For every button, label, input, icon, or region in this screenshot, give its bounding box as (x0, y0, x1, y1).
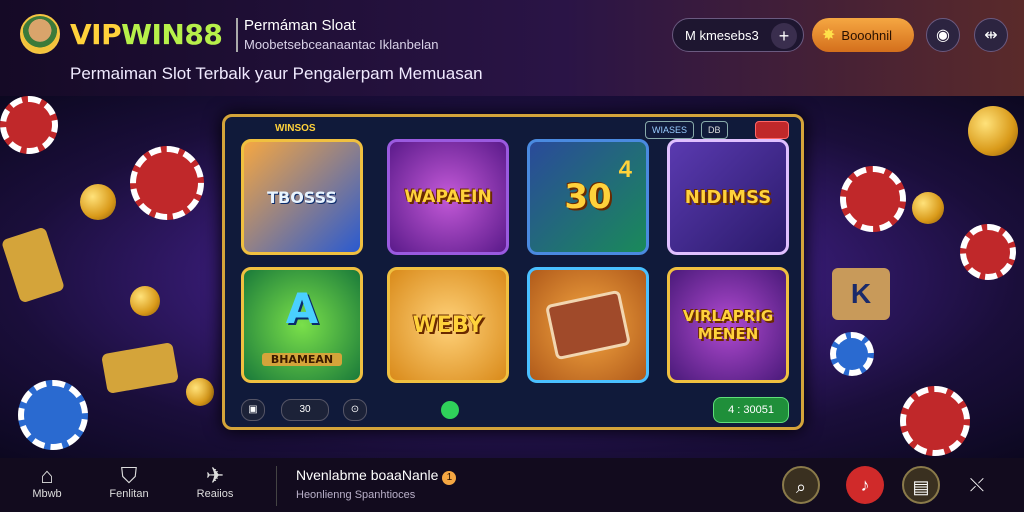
gold-coin-icon (912, 192, 944, 224)
brand-wordmark: VIPWIN88 (70, 17, 223, 51)
bonus-button[interactable]: ✸ Booohnil (812, 18, 914, 52)
win-balance-pill[interactable]: 4 : 30051 (713, 397, 789, 423)
game-tile[interactable]: VIRLAPRIG MENEN (667, 267, 789, 383)
gold-coin-icon (968, 106, 1018, 156)
home-icon: ⌂ (40, 463, 54, 488)
game-tile[interactable]: WEBY (387, 267, 509, 383)
footer-subtitle: Heonlienng Spanhtioces (296, 489, 416, 501)
nav-item-fenlitan[interactable]: ⛉ Fenlitan (94, 463, 164, 501)
nav-item-home[interactable]: ⌂ Mbwb (12, 463, 82, 501)
star-icon: ✸ (822, 27, 836, 44)
wallet-label: M kmesebs3 (685, 27, 759, 43)
game-tile-title: NIDIMSS (684, 186, 772, 208)
game-tile-letter: A (285, 284, 319, 333)
menu-icon[interactable]: ⇹ (974, 18, 1008, 52)
brand-part-2: WIN88 (121, 17, 223, 51)
game-tile-badge: 4 (618, 156, 632, 183)
game-tile[interactable]: TBOSSS (241, 139, 363, 255)
footer-title-text: Nvenlabme boaaNanle (296, 467, 439, 483)
game-tile[interactable]: NIDIMSS (667, 139, 789, 255)
casino-chip-icon (830, 332, 874, 376)
hero-banner: K WINSOS WIASES DB TBOSSS WAPAEIN 30 4 N… (0, 96, 1024, 458)
casino-chip-icon (960, 224, 1016, 280)
nav-label: Fenlitan (109, 488, 149, 500)
casino-chip-icon (840, 166, 906, 232)
bonus-label: Booohnil (841, 27, 893, 43)
game-tile-title: WAPAEIN (404, 187, 492, 207)
footer-title: Nvenlabme boaaNanle 1 (296, 467, 457, 485)
bet-value-display[interactable]: 30 (281, 399, 329, 421)
wallet-icon (545, 289, 631, 361)
gold-coin-icon (130, 286, 160, 316)
footer-divider (276, 466, 277, 506)
gold-coin-icon (186, 378, 214, 406)
bag-icon: ⛉ (120, 463, 138, 488)
gold-bar-icon (0, 226, 66, 304)
game-tile-title: BHAMEAN (262, 353, 342, 366)
header-title: Permáman Sloat (244, 17, 356, 34)
footer-title-badge: 1 (442, 471, 457, 485)
save-icon[interactable]: ▣ (241, 399, 265, 421)
nav-label: Mbwb (32, 488, 62, 500)
nav-item-reaiios[interactable]: ✈ Reaiios (180, 463, 250, 501)
panel-tab-1[interactable]: WIASES (645, 121, 695, 139)
bottom-nav: ⌂ Mbwb ⛉ Fenlitan ✈ Reaiios Nvenlabme bo… (0, 458, 1024, 512)
gold-coin-icon (80, 184, 116, 220)
casino-chip-icon (900, 386, 970, 456)
letter-k-icon: K (832, 268, 890, 320)
casino-chip-icon (18, 380, 88, 450)
game-tile[interactable] (527, 267, 649, 383)
plus-icon[interactable]: + (771, 23, 797, 49)
panel-tab-2[interactable]: DB (701, 121, 728, 139)
send-icon: ✈ (205, 463, 225, 488)
spin-indicator-icon[interactable] (441, 401, 459, 419)
header-bar: VIPWIN88 Permáman Sloat Moobetsebceanaan… (0, 0, 1024, 96)
wallet-balance-pill[interactable]: M kmesebs3 + (672, 18, 804, 52)
settings-icon[interactable]: ⊙ (343, 399, 367, 421)
casino-chip-icon (0, 96, 58, 154)
brand-part-1: VIP (70, 17, 122, 51)
gold-bar-icon (101, 342, 179, 394)
game-tile-title: WEBY (412, 312, 484, 338)
header-divider (236, 18, 238, 52)
game-tile-title: VIRLAPRIG MENEN (682, 307, 774, 343)
nav-label: Reaiios (196, 488, 234, 500)
panel-tab-3[interactable] (755, 121, 789, 139)
game-tile[interactable]: WAPAEIN (387, 139, 509, 255)
game-tile[interactable]: A BHAMEAN (241, 267, 363, 383)
slot-games-panel: WINSOS WIASES DB TBOSSS WAPAEIN 30 4 NID… (222, 114, 804, 430)
notification-icon[interactable]: ♪ (846, 466, 884, 504)
share-icon[interactable]: ⤬ (958, 466, 996, 504)
chat-icon[interactable]: ▤ (902, 466, 940, 504)
user-icon[interactable]: ◉ (926, 18, 960, 52)
casino-chip-icon (130, 146, 204, 220)
page-tagline: Permaiman Slot Terbalk yaur Pengalerpam … (70, 64, 483, 83)
search-icon[interactable]: ⌕ (782, 466, 820, 504)
brand-logo[interactable]: VIPWIN88 (20, 14, 223, 54)
panel-brand: WINSOS (275, 123, 316, 134)
game-tile-title: 30 (564, 177, 612, 217)
mascot-avatar-icon (20, 14, 60, 54)
game-tile-title: TBOSSS (267, 187, 337, 207)
game-tile[interactable]: 30 4 (527, 139, 649, 255)
header-subtitle: Moobetsebceanaantac Iklanbelan (244, 37, 439, 52)
